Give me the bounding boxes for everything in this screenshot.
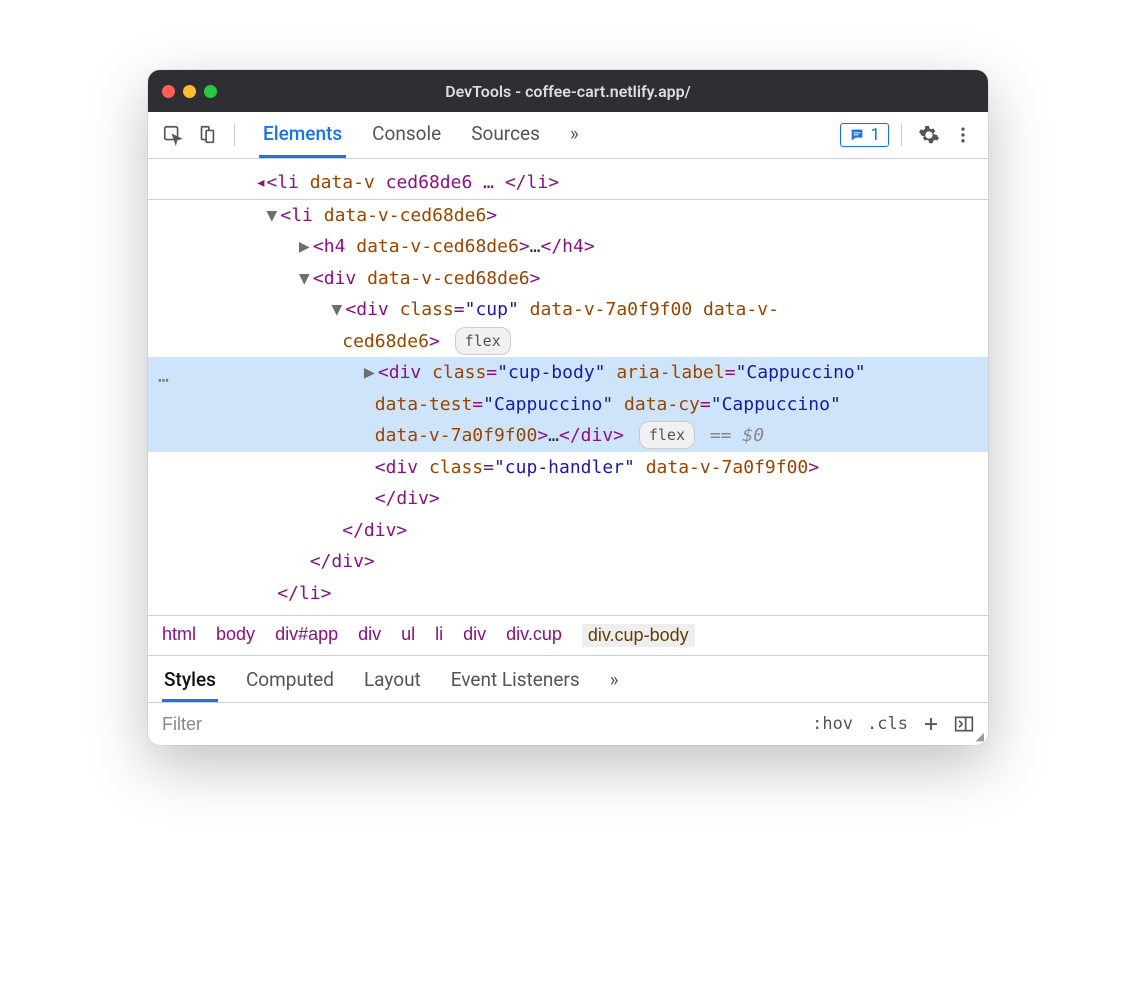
styles-tools: :hov .cls xyxy=(798,714,988,734)
tab-overflow[interactable]: » xyxy=(608,660,621,702)
tree-row-h4[interactable]: ▶<h4 data-v-ced68de6>…</h4> xyxy=(148,231,988,263)
tree-row-cup-open2[interactable]: ced68de6> flex xyxy=(148,326,988,358)
issues-count: 1 xyxy=(870,125,880,145)
chat-icon xyxy=(849,127,865,143)
crumb-li[interactable]: li xyxy=(435,624,443,647)
tab-sources[interactable]: Sources xyxy=(467,112,544,158)
tree-row-li-close[interactable]: </li> xyxy=(148,578,988,610)
hov-toggle[interactable]: :hov xyxy=(812,714,853,734)
separator xyxy=(901,124,902,146)
tree-row-handler[interactable]: <div class="cup-handler" data-v-7a0f9f00… xyxy=(148,452,988,484)
resize-icon[interactable]: ◢ xyxy=(976,730,984,743)
tab-event-listeners[interactable]: Event Listeners xyxy=(449,660,582,702)
console-ref: == $0 xyxy=(710,425,764,446)
titlebar: DevTools - coffee-cart.netlify.app/ xyxy=(148,70,988,112)
issues-badge[interactable]: 1 xyxy=(840,123,889,147)
add-rule-icon[interactable] xyxy=(922,715,940,733)
tree-row-li-open[interactable]: ▼<li data-v-ced68de6> xyxy=(148,200,988,232)
tab-console[interactable]: Console xyxy=(368,112,445,158)
styles-tabs: Styles Computed Layout Event Listeners » xyxy=(148,655,988,702)
crumb-app[interactable]: div#app xyxy=(275,624,338,647)
tree-row-div-open[interactable]: ▼<div data-v-ced68de6> xyxy=(148,263,988,295)
crumb-cup[interactable]: div.cup xyxy=(506,624,562,647)
traffic-lights xyxy=(162,85,217,98)
tree-row-cup-close[interactable]: </div> xyxy=(148,515,988,547)
minimize-icon[interactable] xyxy=(183,85,196,98)
tab-styles[interactable]: Styles xyxy=(162,660,218,702)
filter-input[interactable] xyxy=(148,714,798,735)
fullscreen-icon[interactable] xyxy=(204,85,217,98)
crumb-cup-body[interactable]: div.cup-body xyxy=(582,624,695,647)
flex-badge[interactable]: flex xyxy=(455,327,511,355)
main-toolbar: Elements Console Sources » 1 xyxy=(148,112,988,159)
selected-element[interactable]: ⋯ ▶<div class="cup-body" aria-label="Cap… xyxy=(148,357,988,452)
tab-computed[interactable]: Computed xyxy=(244,660,336,702)
tabs-overflow[interactable]: » xyxy=(566,112,583,158)
truncated-row: ◂<li data-v ced68de6 … </li> xyxy=(148,163,988,200)
crumb-div2[interactable]: div xyxy=(463,624,486,647)
filter-bar: :hov .cls ◢ xyxy=(148,702,988,745)
crumb-body[interactable]: body xyxy=(216,624,255,647)
tree-row-handler-close[interactable]: </div> xyxy=(148,483,988,515)
kebab-icon[interactable] xyxy=(948,120,978,150)
ellipsis-icon[interactable]: ⋯ xyxy=(158,365,171,397)
close-icon[interactable] xyxy=(162,85,175,98)
gear-icon[interactable] xyxy=(914,120,944,150)
dom-tree[interactable]: ◂<li data-v ced68de6 … </li> ▼<li data-v… xyxy=(148,159,988,615)
inspect-icon[interactable] xyxy=(158,120,188,150)
tab-layout[interactable]: Layout xyxy=(362,660,423,702)
flex-badge[interactable]: flex xyxy=(639,421,695,449)
crumb-ul[interactable]: ul xyxy=(401,624,415,647)
separator xyxy=(234,124,235,146)
cls-toggle[interactable]: .cls xyxy=(867,714,908,734)
tree-row-div-close[interactable]: </div> xyxy=(148,546,988,578)
side-panel-icon[interactable] xyxy=(954,715,974,733)
crumb-html[interactable]: html xyxy=(162,624,196,647)
breadcrumb: html body div#app div ul li div div.cup … xyxy=(148,615,988,655)
tree-row-cup-open[interactable]: ▼<div class="cup" data-v-7a0f9f00 data-v… xyxy=(148,294,988,326)
device-icon[interactable] xyxy=(192,120,222,150)
devtools-window: DevTools - coffee-cart.netlify.app/ Elem… xyxy=(148,70,988,745)
crumb-div[interactable]: div xyxy=(358,624,381,647)
tab-elements[interactable]: Elements xyxy=(259,112,346,158)
panel-tabs: Elements Console Sources » xyxy=(259,112,836,158)
window-title: DevTools - coffee-cart.netlify.app/ xyxy=(148,82,988,101)
